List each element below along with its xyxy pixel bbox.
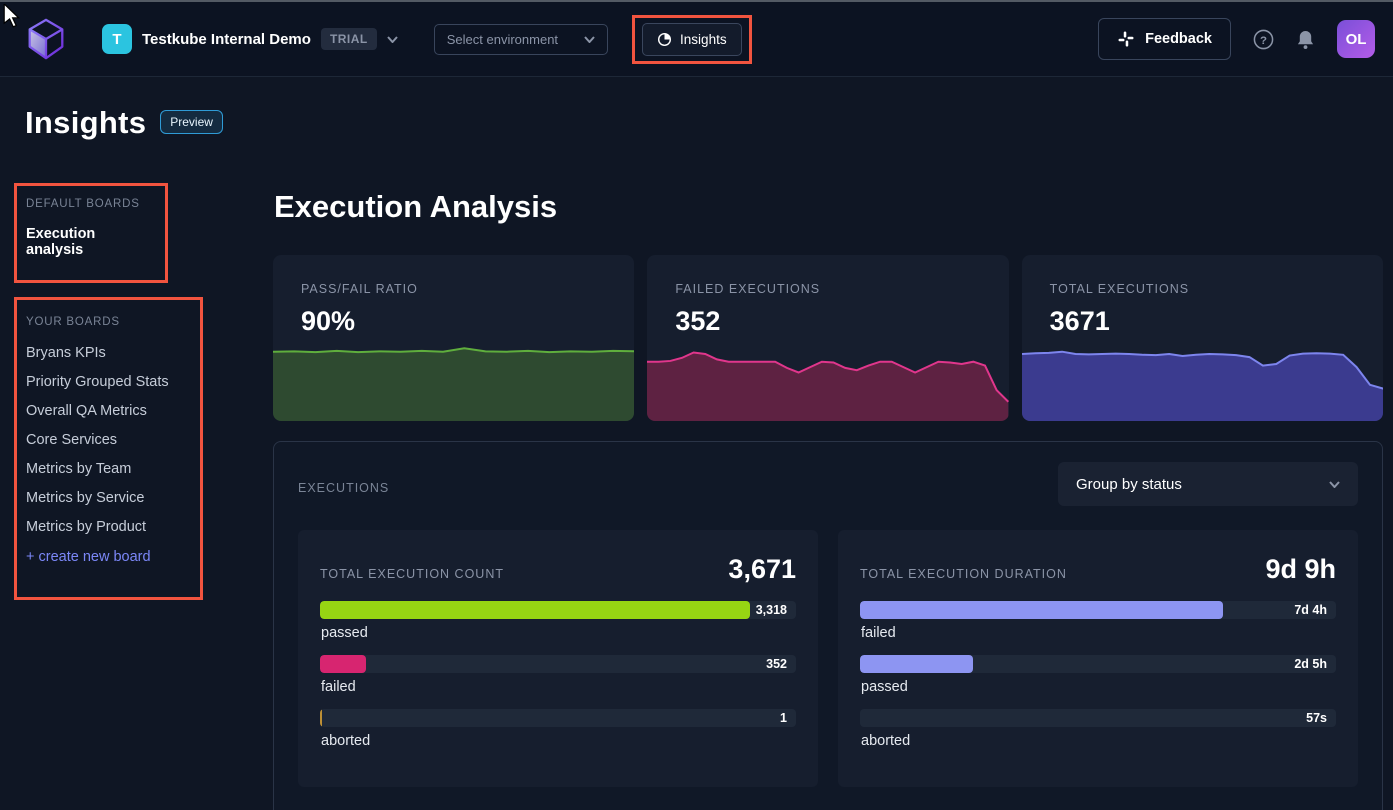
sidebar-item-metrics-by-team[interactable]: Metrics by Team — [26, 454, 190, 483]
sidebar-item-priority-grouped-stats[interactable]: Priority Grouped Stats — [26, 367, 190, 396]
pie-chart-icon — [657, 32, 672, 47]
bar-label: failed — [321, 679, 796, 695]
board-title: Execution Analysis — [274, 189, 1383, 225]
chevron-down-icon — [584, 36, 595, 43]
stat-card-value: 90% — [273, 296, 634, 337]
bar-value: 3,318 — [756, 601, 787, 619]
executions-panel-title: EXECUTIONS — [298, 473, 389, 495]
environment-select[interactable]: Select environment — [434, 24, 608, 55]
sidebar-item-overall-qa-metrics[interactable]: Overall QA Metrics — [26, 396, 190, 425]
total-executions-sparkline-chart — [1022, 344, 1383, 421]
executions-panel: EXECUTIONS Group by status TOTAL EXECUTI… — [273, 441, 1383, 810]
bar-aborted — [320, 709, 322, 727]
stat-card-label: FAILED EXECUTIONS — [647, 255, 1008, 296]
annotation-box-your-boards: YOUR BOARDS Bryans KPIs Priority Grouped… — [14, 297, 203, 600]
total-execution-count-card: TOTAL EXECUTION COUNT 3,671 3,318 passed — [298, 530, 818, 787]
bar-label: failed — [861, 625, 1336, 641]
metric-total: 3,671 — [728, 554, 796, 585]
sidebar-item-metrics-by-product[interactable]: Metrics by Product — [26, 512, 190, 541]
boards-sidebar: DEFAULT BOARDS Execution analysis YOUR B… — [0, 183, 273, 810]
bar-label: aborted — [321, 733, 796, 749]
metric-label: TOTAL EXECUTION COUNT — [320, 567, 504, 581]
bar-passed — [320, 601, 750, 619]
topbar-right: Feedback ? OL — [1098, 18, 1375, 60]
executions-panel-head: EXECUTIONS Group by status — [298, 462, 1358, 506]
pass-fail-sparkline-chart — [273, 344, 634, 421]
stat-card-failed-executions: FAILED EXECUTIONS 352 — [647, 255, 1008, 421]
slack-icon — [1117, 30, 1135, 48]
bar-row-aborted: 1 aborted — [320, 709, 796, 749]
annotation-box-insights: Insights — [632, 15, 752, 64]
group-by-select[interactable]: Group by status — [1058, 462, 1358, 506]
annotation-box-default-boards: DEFAULT BOARDS Execution analysis — [14, 183, 168, 283]
page-title: Insights — [25, 105, 146, 141]
testkube-logo-icon[interactable] — [22, 15, 70, 63]
user-avatar[interactable]: OL — [1337, 20, 1375, 58]
bar-track: 3,318 — [320, 601, 796, 619]
default-boards-heading: DEFAULT BOARDS — [26, 198, 155, 210]
bar-track: 1 — [320, 709, 796, 727]
metric-total: 9d 9h — [1265, 554, 1336, 585]
bar-row-aborted: 57s aborted — [860, 709, 1336, 749]
bar-track: 352 — [320, 655, 796, 673]
group-by-select-value: Group by status — [1076, 476, 1182, 493]
topbar: T Testkube Internal Demo TRIAL Select en… — [0, 2, 1393, 77]
bar-track: 7d 4h — [860, 601, 1336, 619]
bar-value: 57s — [1306, 709, 1327, 727]
notifications-bell-icon[interactable] — [1296, 29, 1315, 50]
stat-card-pass-fail-ratio: PASS/FAIL RATIO 90% — [273, 255, 634, 421]
bar-track: 2d 5h — [860, 655, 1336, 673]
bar-label: aborted — [861, 733, 1336, 749]
chevron-down-icon — [387, 36, 398, 43]
bar-row-passed: 2d 5h passed — [860, 655, 1336, 695]
stat-card-value: 3671 — [1022, 296, 1383, 337]
sidebar-item-core-services[interactable]: Core Services — [26, 425, 190, 454]
bar-value: 1 — [780, 709, 787, 727]
bar-row-passed: 3,318 passed — [320, 601, 796, 641]
bar-value: 2d 5h — [1294, 655, 1327, 673]
page-head: Insights Preview — [0, 77, 1393, 141]
stat-card-label: TOTAL EXECUTIONS — [1022, 255, 1383, 296]
stat-card-label: PASS/FAIL RATIO — [273, 255, 634, 296]
bar-failed-duration — [860, 601, 1223, 619]
org-avatar: T — [102, 24, 132, 54]
stat-card-value: 352 — [647, 296, 1008, 337]
bar-failed — [320, 655, 366, 673]
your-boards-heading: YOUR BOARDS — [26, 316, 190, 328]
org-name: Testkube Internal Demo — [142, 31, 311, 48]
bar-label: passed — [861, 679, 1336, 695]
failed-executions-sparkline-chart — [647, 344, 1008, 421]
bar-passed-duration — [860, 655, 973, 673]
feedback-button[interactable]: Feedback — [1098, 18, 1231, 60]
stat-card-total-executions: TOTAL EXECUTIONS 3671 — [1022, 255, 1383, 421]
bar-row-failed: 352 failed — [320, 655, 796, 695]
mouse-cursor-icon — [3, 4, 21, 28]
trial-badge: TRIAL — [321, 28, 377, 50]
insights-button-label: Insights — [680, 32, 727, 47]
sidebar-item-execution-analysis[interactable]: Execution analysis — [26, 220, 155, 264]
sidebar-item-bryans-kpis[interactable]: Bryans KPIs — [26, 338, 190, 367]
bar-row-failed: 7d 4h failed — [860, 601, 1336, 641]
executions-panel-body: TOTAL EXECUTION COUNT 3,671 3,318 passed — [298, 530, 1358, 787]
insights-nav-button[interactable]: Insights — [642, 23, 742, 56]
feedback-button-label: Feedback — [1145, 31, 1212, 47]
bar-value: 352 — [766, 655, 787, 673]
metric-label: TOTAL EXECUTION DURATION — [860, 567, 1067, 581]
stat-cards-row: PASS/FAIL RATIO 90% FAILED EXECUTIONS 35… — [273, 255, 1383, 421]
screen: T Testkube Internal Demo TRIAL Select en… — [0, 0, 1393, 810]
svg-text:?: ? — [1260, 34, 1267, 46]
environment-select-value: Select environment — [447, 32, 558, 47]
help-icon[interactable]: ? — [1253, 29, 1274, 50]
main-content: Execution Analysis PASS/FAIL RATIO 90% F… — [273, 183, 1393, 810]
sidebar-item-metrics-by-service[interactable]: Metrics by Service — [26, 483, 190, 512]
bar-track: 57s — [860, 709, 1336, 727]
bar-label: passed — [321, 625, 796, 641]
your-boards-list: Bryans KPIs Priority Grouped Stats Overa… — [26, 338, 190, 541]
org-switcher[interactable]: T Testkube Internal Demo TRIAL — [102, 24, 398, 54]
preview-badge: Preview — [160, 110, 223, 134]
chevron-down-icon — [1329, 481, 1340, 488]
total-execution-duration-card: TOTAL EXECUTION DURATION 9d 9h 7d 4h fai… — [838, 530, 1358, 787]
create-new-board-link[interactable]: + create new board — [26, 549, 190, 565]
bar-value: 7d 4h — [1294, 601, 1327, 619]
